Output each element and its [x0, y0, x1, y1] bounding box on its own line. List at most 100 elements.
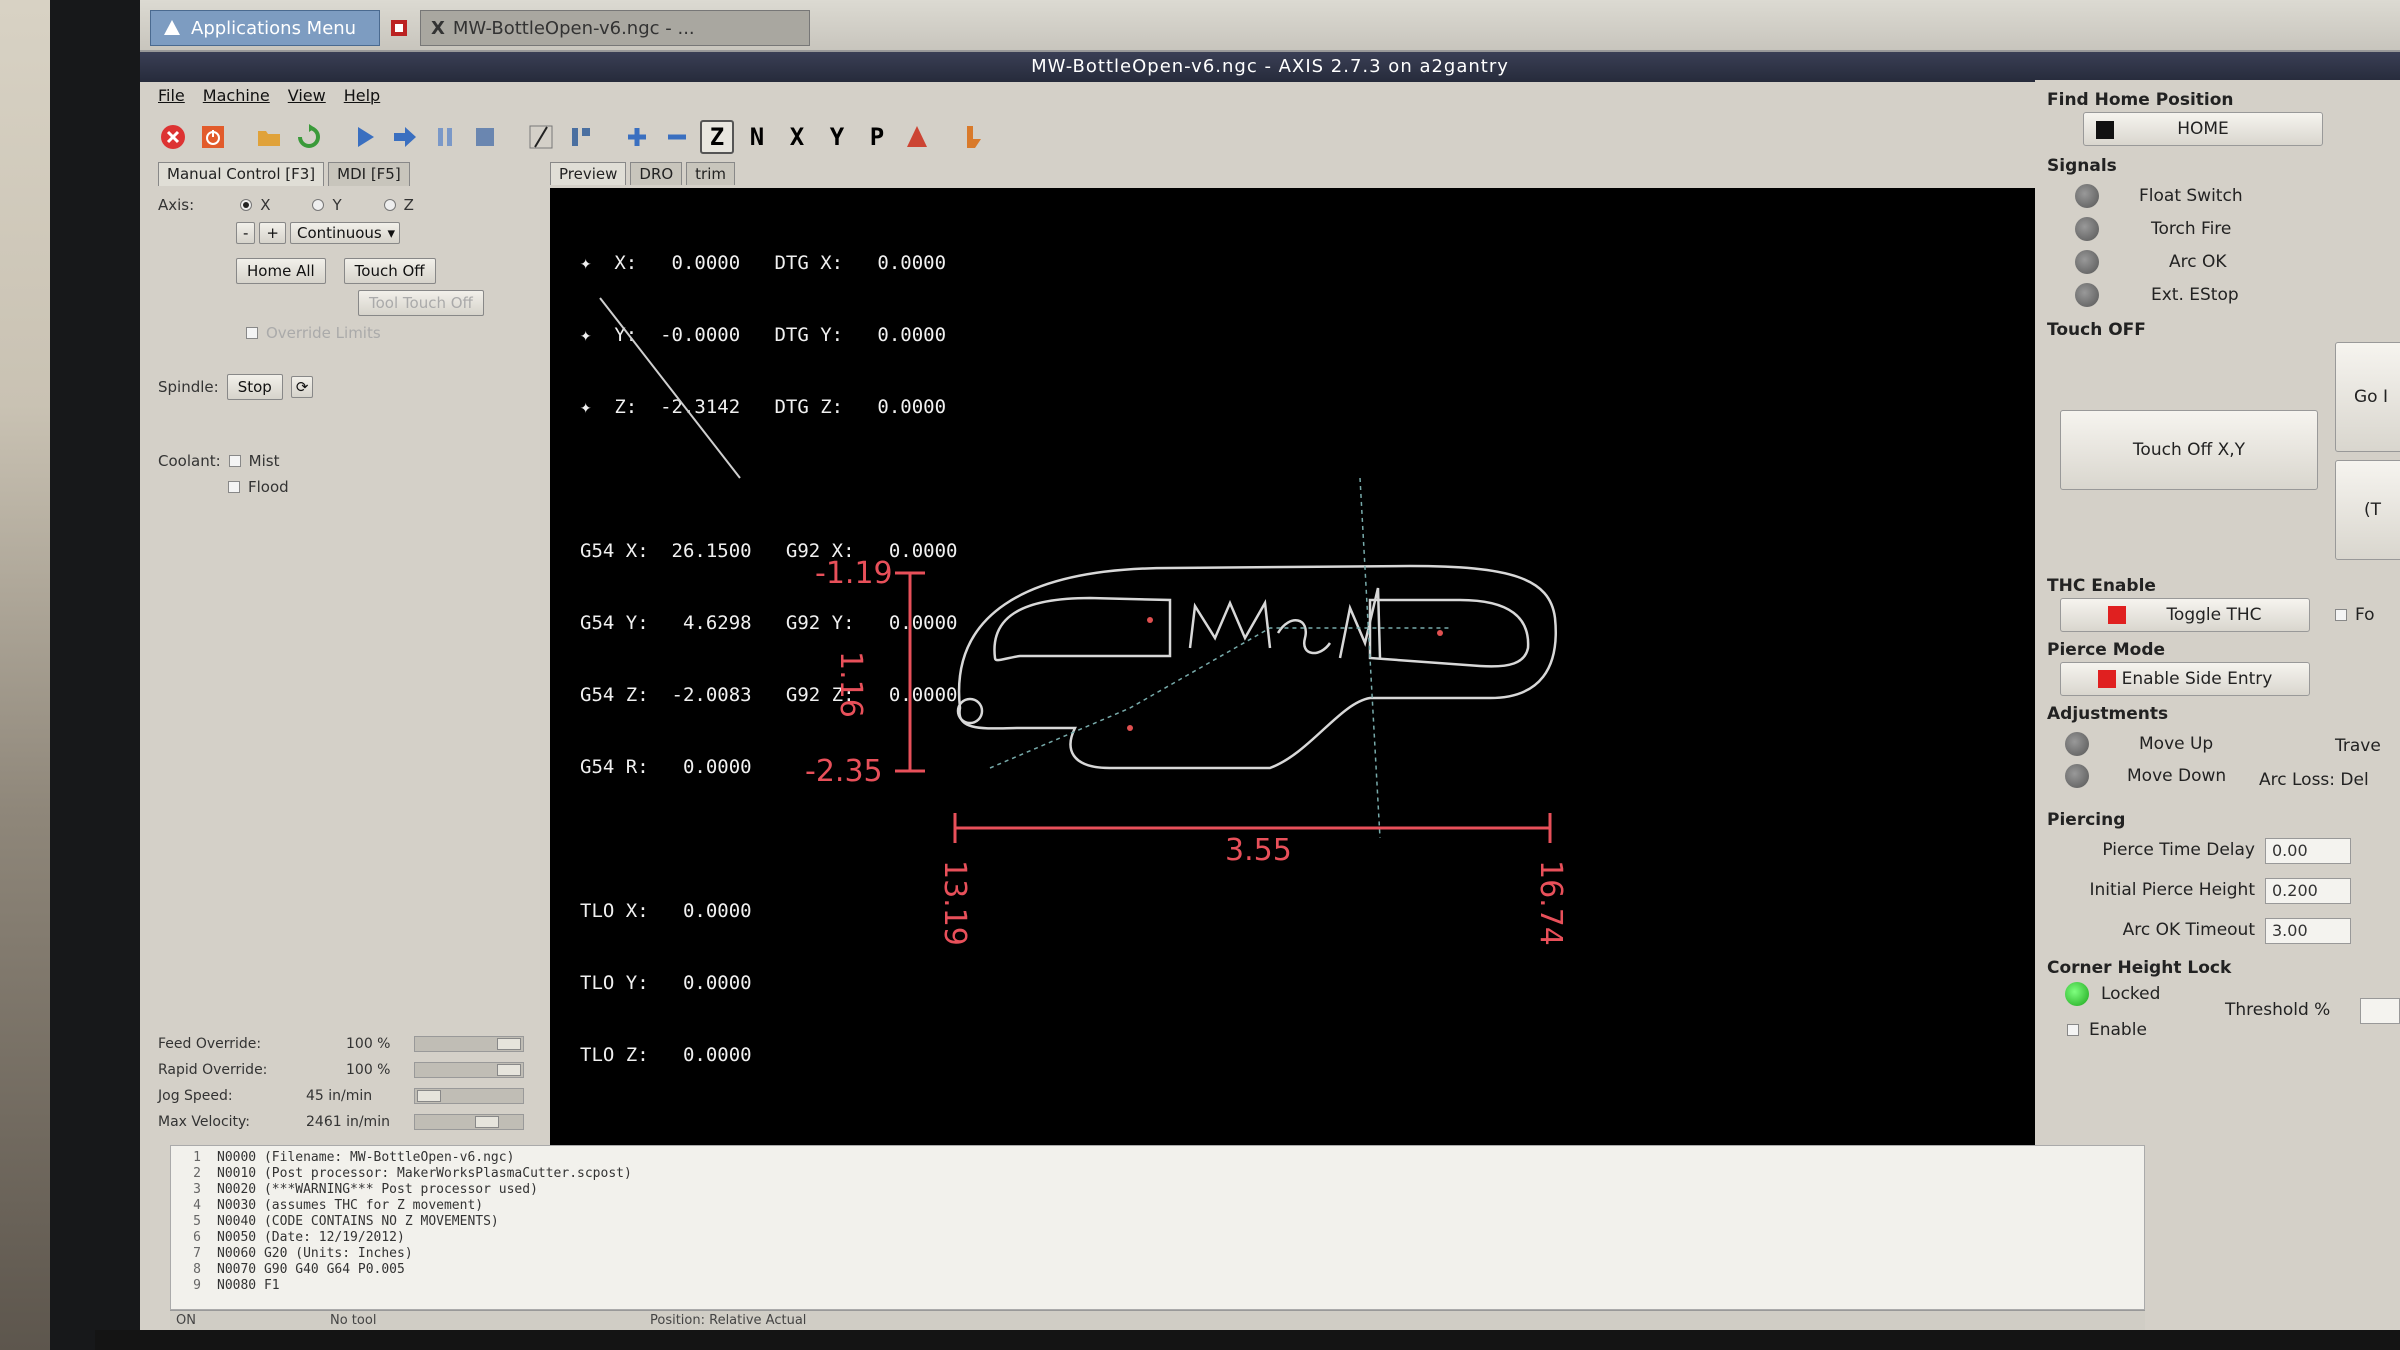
view-y-icon[interactable]: Y: [820, 120, 854, 154]
arc-ok-led: [2075, 250, 2099, 274]
preview-canvas[interactable]: ✦ X: 0.0000 DTG X: 0.0000 ✦ Y: -0.0000 D…: [550, 188, 2200, 1173]
mist-checkbox[interactable]: [228, 455, 241, 467]
fo-checkbox[interactable]: [2335, 609, 2347, 621]
jog-mode-select[interactable]: Continuous ▾: [290, 222, 400, 244]
feed-override-handle[interactable]: [497, 1038, 521, 1050]
gcode-line[interactable]: 3 N0020 (***WARNING*** Post processor use…: [171, 1182, 2144, 1198]
jog-speed-handle[interactable]: [417, 1090, 441, 1102]
tab-mdi[interactable]: MDI [F5]: [328, 162, 410, 186]
axis-z-radio[interactable]: [383, 199, 396, 211]
estop-icon[interactable]: [156, 120, 190, 154]
toggle-thc-button[interactable]: Toggle THC: [2060, 598, 2310, 632]
rapid-override-slider[interactable]: [414, 1062, 524, 1078]
gcode-line[interactable]: 2 N0010 (Post processor: MakerWorksPlasma…: [171, 1166, 2144, 1182]
axis-z-label: Z: [403, 196, 414, 214]
gcode-line[interactable]: 9 N0080 F1: [171, 1278, 2144, 1294]
menu-file[interactable]: File: [158, 86, 185, 110]
touch-off-button[interactable]: Touch Off: [343, 258, 436, 284]
max-velocity-slider[interactable]: [414, 1114, 524, 1130]
block-delete-icon[interactable]: [524, 120, 558, 154]
extent-y-min-label: -2.35: [805, 754, 883, 789]
tab-preview[interactable]: Preview: [550, 162, 627, 185]
zoom-out-icon[interactable]: [660, 120, 694, 154]
pause-icon[interactable]: [428, 120, 462, 154]
tab-manual-control[interactable]: Manual Control [F3]: [158, 162, 325, 186]
optional-stop-icon[interactable]: [564, 120, 598, 154]
applications-menu-button[interactable]: Applications Menu: [150, 10, 380, 46]
step-icon[interactable]: [388, 120, 422, 154]
gcode-line[interactable]: 1 N0000 (Filename: MW-BottleOpen-v6.ngc): [171, 1150, 2144, 1166]
touch-off-xy-button[interactable]: Touch Off X,Y: [2060, 410, 2318, 490]
move-up-row[interactable]: Move Up: [2065, 732, 2213, 756]
move-up-led: [2065, 732, 2089, 756]
gcode-listing[interactable]: 1 N0000 (Filename: MW-BottleOpen-v6.ngc) …: [170, 1145, 2145, 1310]
screen: Applications Menu X MW-BottleOpen-v6.ngc…: [140, 0, 2400, 1330]
initial-pierce-height-input[interactable]: 0.200: [2265, 878, 2351, 904]
status-bar: ON No tool Position: Relative Actual: [170, 1310, 2145, 1330]
rapid-override-label: Rapid Override:: [158, 1062, 268, 1078]
stop-icon[interactable]: [468, 120, 502, 154]
touch-z-button-partial[interactable]: (T: [2335, 460, 2400, 560]
reload-icon[interactable]: [292, 120, 326, 154]
pierce-time-delay-input[interactable]: 0.00: [2265, 838, 2351, 864]
menu-view[interactable]: View: [288, 86, 326, 110]
rapid-override-handle[interactable]: [497, 1064, 521, 1076]
power-icon[interactable]: [196, 120, 230, 154]
launcher-icon[interactable]: [382, 10, 416, 46]
home-row: Home All Touch Off: [236, 258, 436, 284]
feed-override-label: Feed Override:: [158, 1036, 262, 1052]
initial-pierce-height-label: Initial Pierce Height: [2089, 880, 2255, 900]
gcode-line[interactable]: 4 N0030 (assumes THC for Z movement): [171, 1198, 2144, 1214]
clear-plot-icon[interactable]: [900, 120, 934, 154]
chevron-down-icon: ▾: [387, 224, 395, 242]
threshold-input[interactable]: [2360, 998, 2400, 1024]
toolbar: Z N X Y P: [150, 114, 2050, 160]
flood-checkbox[interactable]: [228, 481, 240, 493]
open-icon[interactable]: [252, 120, 286, 154]
move-down-row[interactable]: Move Down: [2065, 764, 2226, 788]
home-all-button[interactable]: Home All: [236, 258, 326, 284]
tab-trim[interactable]: trim: [686, 162, 735, 185]
home-button[interactable]: HOME: [2083, 112, 2323, 146]
tab-dro[interactable]: DRO: [630, 162, 683, 185]
axis-y-radio[interactable]: [312, 199, 325, 211]
taskbar-window-button[interactable]: X MW-BottleOpen-v6.ngc - ...: [420, 10, 810, 46]
zoom-in-icon[interactable]: [620, 120, 654, 154]
gcode-line[interactable]: 6 N0050 (Date: 12/19/2012): [171, 1230, 2144, 1246]
fo-label-partial: Fo: [2355, 605, 2375, 625]
axis-label: Axis:: [158, 196, 195, 214]
enable-side-entry-button[interactable]: Enable Side Entry: [2060, 662, 2310, 696]
letter-mark: [1338, 587, 1382, 659]
menu-machine[interactable]: Machine: [203, 86, 270, 110]
spindle-direction-icon[interactable]: ⟳: [290, 376, 314, 398]
toggle-tool-icon[interactable]: [956, 120, 990, 154]
enable-side-entry-label: Enable Side Entry: [2121, 669, 2273, 689]
extent-y-max-label: -1.19: [815, 556, 893, 591]
signal-row: Arc OK: [2075, 250, 2227, 274]
preview-tabs: Preview DRO trim: [550, 162, 735, 185]
override-limits-checkbox[interactable]: [246, 327, 258, 339]
taskbar: Applications Menu X MW-BottleOpen-v6.ngc…: [140, 0, 2400, 52]
jog-speed-slider[interactable]: [414, 1088, 524, 1104]
jog-minus-button[interactable]: -: [236, 222, 256, 244]
run-icon[interactable]: [348, 120, 382, 154]
gcode-line[interactable]: 7 N0060 G20 (Units: Inches): [171, 1246, 2144, 1262]
gcode-line[interactable]: 5 N0040 (CODE CONTAINS NO Z MOVEMENTS): [171, 1214, 2144, 1230]
taskbar-window-label: MW-BottleOpen-v6.ngc - ...: [452, 17, 695, 39]
enable-checkbox[interactable]: [2067, 1024, 2079, 1036]
view-z-icon[interactable]: Z: [700, 120, 734, 154]
spindle-stop-button[interactable]: Stop: [226, 374, 283, 400]
jog-plus-button[interactable]: +: [259, 222, 286, 244]
go-button-partial[interactable]: Go I: [2335, 342, 2400, 452]
max-velocity-handle[interactable]: [475, 1116, 499, 1128]
ext-estop-led: [2075, 283, 2099, 307]
view-z2-icon[interactable]: N: [740, 120, 774, 154]
tool-touch-off-button[interactable]: Tool Touch Off: [358, 290, 484, 316]
view-p-icon[interactable]: P: [860, 120, 894, 154]
menu-help[interactable]: Help: [344, 86, 380, 110]
gcode-line[interactable]: 8 N0070 G90 G40 G64 P0.005: [171, 1262, 2144, 1278]
axis-x-radio[interactable]: [240, 199, 253, 211]
feed-override-slider[interactable]: [414, 1036, 524, 1052]
arc-ok-timeout-input[interactable]: 3.00: [2265, 918, 2351, 944]
view-x-icon[interactable]: X: [780, 120, 814, 154]
